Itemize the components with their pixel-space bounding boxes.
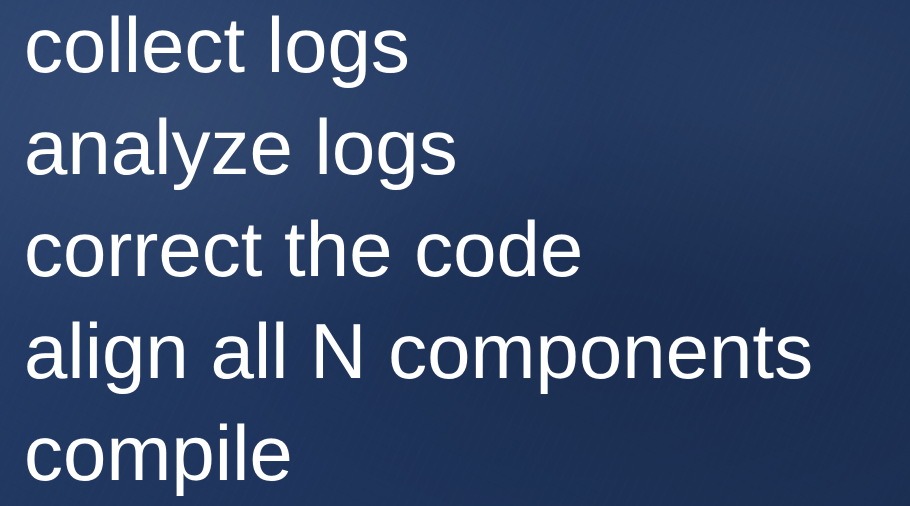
step-line-align-components: align all N components <box>24 307 814 395</box>
step-list: collect logs analyze logs correct the co… <box>24 0 904 504</box>
step-line-compile: compile <box>24 409 293 497</box>
step-line-collect-logs: collect logs <box>24 1 410 89</box>
step-line-correct-code: correct the code <box>24 205 584 293</box>
step-line-analyze-logs: analyze logs <box>24 103 458 191</box>
